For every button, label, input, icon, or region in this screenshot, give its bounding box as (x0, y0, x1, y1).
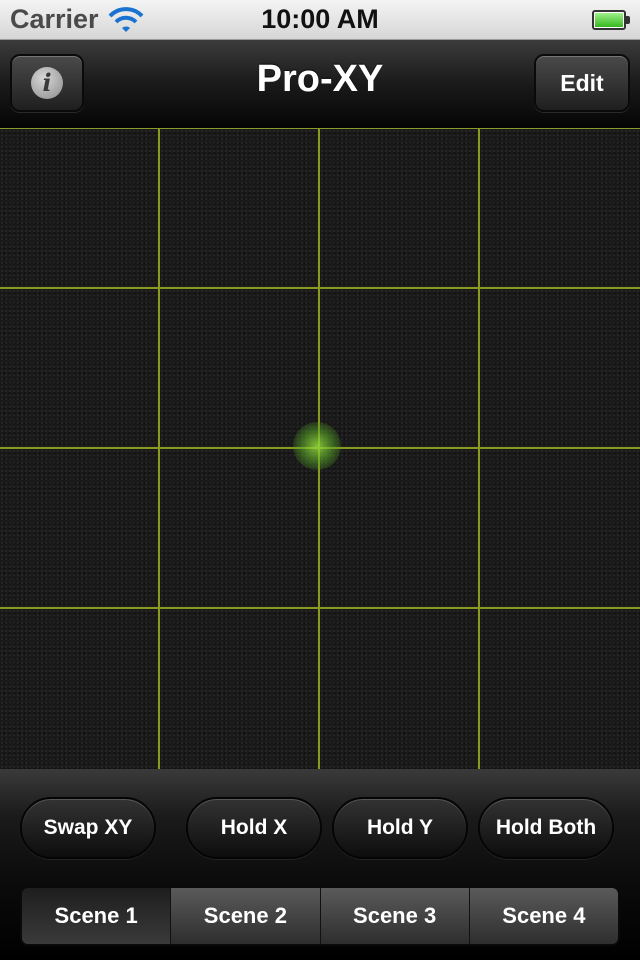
bottom-toolbar: Swap XY Hold X Hold Y Hold Both Scene 1 … (0, 769, 640, 960)
grid-line-horizontal (0, 287, 640, 289)
hold-both-button[interactable]: Hold Both (478, 797, 614, 859)
xy-pad[interactable] (0, 128, 640, 769)
scene-2-segment[interactable]: Scene 2 (170, 888, 320, 944)
hold-y-button[interactable]: Hold Y (332, 797, 468, 859)
xy-cursor[interactable] (293, 422, 341, 470)
grid-line-horizontal (0, 607, 640, 609)
swap-xy-button[interactable]: Swap XY (20, 797, 156, 859)
clock: 10:00 AM (261, 4, 379, 34)
battery-icon (592, 10, 630, 30)
grid-line-vertical (158, 129, 160, 769)
grid-line-vertical (478, 129, 480, 769)
status-bar: Carrier 10:00 AM (0, 0, 640, 40)
scene-4-segment[interactable]: Scene 4 (468, 888, 618, 944)
navigation-bar: i Pro-XY Edit (0, 40, 640, 128)
scene-3-segment[interactable]: Scene 3 (319, 888, 469, 944)
edit-button[interactable]: Edit (534, 54, 630, 112)
scene-selector: Scene 1 Scene 2 Scene 3 Scene 4 (20, 886, 620, 946)
scene-1-segment[interactable]: Scene 1 (22, 888, 171, 944)
hold-x-button[interactable]: Hold X (186, 797, 322, 859)
